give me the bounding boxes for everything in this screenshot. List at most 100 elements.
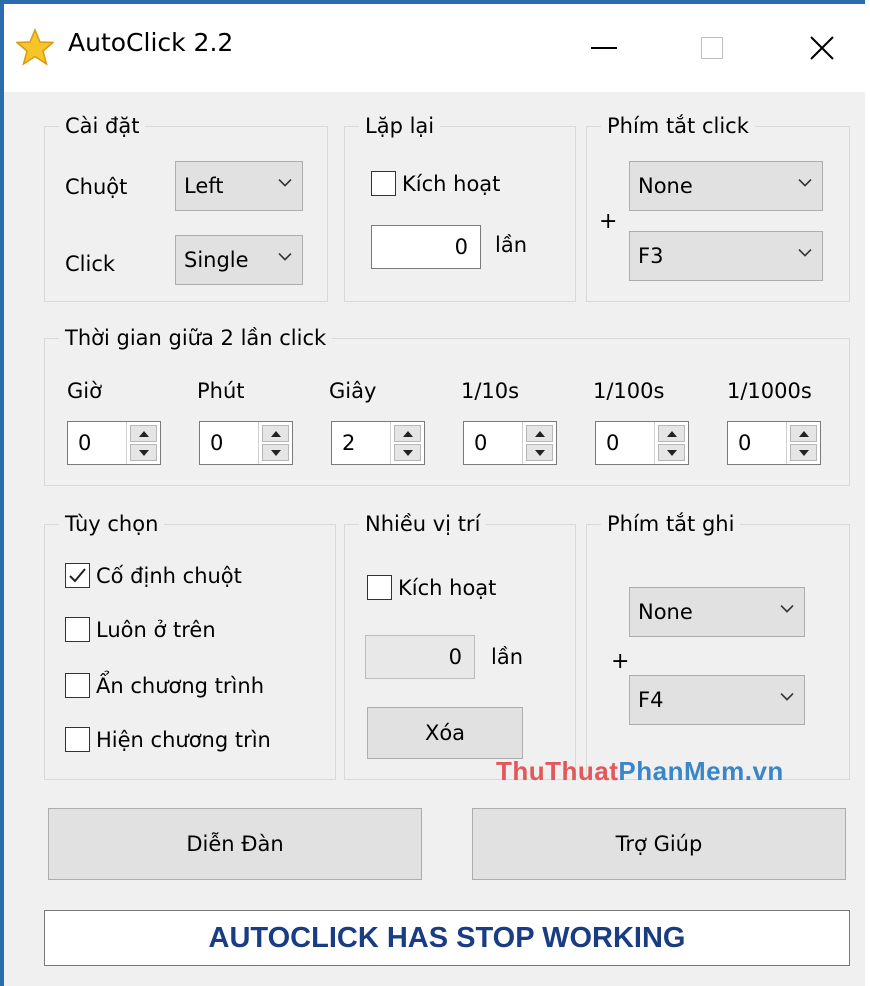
option-label: Hiện chương trìn: [96, 727, 271, 752]
options-group: Tùy chọn Cố định chuột Luôn ở trên Ẩn ch…: [44, 510, 336, 780]
multi-position-enable-checkbox[interactable]: Kích hoạt: [367, 575, 496, 600]
chevron-down-icon: [278, 178, 292, 192]
arrow-up-icon[interactable]: [262, 425, 289, 442]
interval-label-seconds: Giây: [329, 379, 377, 403]
repeat-enable-checkbox[interactable]: Kích hoạt: [371, 171, 500, 196]
record-hotkey-modifier-select[interactable]: None: [629, 587, 805, 637]
option-show-program[interactable]: Hiện chương trìn: [65, 727, 271, 752]
option-always-on-top[interactable]: Luôn ở trên: [65, 617, 216, 642]
help-button[interactable]: Trợ Giúp: [472, 808, 846, 880]
click-hotkey-modifier-value: None: [638, 174, 693, 198]
seconds-value: 2: [342, 431, 356, 455]
hours-value: 0: [78, 431, 92, 455]
mouse-button-select[interactable]: Left: [175, 161, 303, 211]
maximize-button[interactable]: [672, 18, 752, 78]
option-label: Ẩn chương trình: [96, 673, 264, 698]
title-bar[interactable]: AutoClick 2.2: [4, 4, 865, 92]
minutes-stepper[interactable]: 0: [199, 421, 293, 465]
star-icon: [15, 28, 55, 66]
interval-label-thousandths: 1/1000s: [727, 379, 812, 403]
arrow-down-icon[interactable]: [526, 444, 553, 461]
plus-sign: +: [599, 209, 618, 234]
hundredths-value: 0: [606, 431, 620, 455]
interval-label-hours: Giờ: [67, 379, 102, 403]
mouse-label: Chuột: [65, 175, 128, 199]
watermark-part-1: ThuThuat: [496, 756, 619, 786]
click-hotkey-group: Phím tắt click None + F3: [586, 112, 850, 302]
checkbox-box[interactable]: [65, 727, 90, 752]
minutes-value: 0: [210, 431, 224, 455]
settings-group: Cài đặt Chuột Left Click Single: [44, 112, 328, 302]
arrow-down-icon[interactable]: [262, 444, 289, 461]
click-label: Click: [65, 252, 116, 276]
record-hotkey-modifier-value: None: [638, 600, 693, 624]
repeat-enable-label: Kích hoạt: [402, 171, 501, 196]
chevron-down-icon: [798, 248, 812, 262]
record-hotkey-key-value: F4: [638, 688, 664, 712]
arrow-up-icon[interactable]: [130, 425, 157, 442]
click-hotkey-key-value: F3: [638, 244, 664, 268]
interval-label-hundredths: 1/100s: [593, 379, 665, 403]
interval-label-minutes: Phút: [197, 379, 245, 403]
checkbox-box[interactable]: [65, 673, 90, 698]
interval-group-title: Thời gian giữa 2 lần click: [59, 324, 333, 352]
plus-sign: +: [611, 649, 630, 674]
arrow-up-icon[interactable]: [790, 425, 817, 442]
arrow-up-icon[interactable]: [658, 425, 685, 442]
checkbox-box[interactable]: [367, 575, 392, 600]
multi-position-enable-label: Kích hoạt: [398, 575, 497, 600]
arrow-up-icon[interactable]: [526, 425, 553, 442]
forum-button[interactable]: Diễn Đàn: [48, 808, 422, 880]
click-hotkey-group-title: Phím tắt click: [601, 112, 755, 140]
arrow-down-icon[interactable]: [394, 444, 421, 461]
multi-position-group-title: Nhiều vị trí: [359, 510, 487, 538]
option-label: Cố định chuột: [96, 563, 242, 588]
interval-group: Thời gian giữa 2 lần click Giờ Phút Giây…: [44, 324, 850, 486]
watermark-part-2: PhanMem.vn: [618, 756, 784, 786]
multi-position-unit-label: lần: [491, 645, 524, 669]
arrow-down-icon[interactable]: [658, 444, 685, 461]
arrow-down-icon[interactable]: [790, 444, 817, 461]
option-lock-mouse[interactable]: Cố định chuột: [65, 563, 242, 588]
checkmark-icon: [69, 568, 86, 583]
checkbox-box[interactable]: [371, 171, 396, 196]
record-hotkey-key-select[interactable]: F4: [629, 675, 805, 725]
checkbox-box[interactable]: [65, 617, 90, 642]
arrow-up-icon[interactable]: [394, 425, 421, 442]
mouse-button-value: Left: [184, 174, 224, 198]
hundredths-stepper[interactable]: 0: [595, 421, 689, 465]
chevron-down-icon: [780, 604, 794, 618]
option-hide-program[interactable]: Ẩn chương trình: [65, 673, 264, 698]
record-hotkey-group: Phím tắt ghi None + F4: [586, 510, 850, 780]
close-icon: [810, 36, 834, 60]
maximize-icon: [701, 37, 723, 59]
interval-label-tenths: 1/10s: [461, 379, 520, 403]
seconds-stepper[interactable]: 2: [331, 421, 425, 465]
hours-stepper[interactable]: 0: [67, 421, 161, 465]
click-hotkey-modifier-select[interactable]: None: [629, 161, 823, 211]
tenths-stepper[interactable]: 0: [463, 421, 557, 465]
multi-position-count-input[interactable]: 0: [365, 635, 475, 679]
thousandths-stepper[interactable]: 0: [727, 421, 821, 465]
repeat-group-title: Lặp lại: [359, 112, 441, 140]
click-type-value: Single: [184, 248, 249, 272]
settings-group-title: Cài đặt: [59, 112, 146, 140]
options-group-title: Tùy chọn: [59, 510, 165, 538]
checkbox-box[interactable]: [65, 563, 90, 588]
clear-button[interactable]: Xóa: [367, 707, 523, 759]
status-display: AUTOCLICK HAS STOP WORKING: [44, 910, 850, 966]
arrow-down-icon[interactable]: [130, 444, 157, 461]
click-hotkey-key-select[interactable]: F3: [629, 231, 823, 281]
close-button[interactable]: [782, 18, 862, 78]
chevron-down-icon: [278, 252, 292, 266]
app-window: AutoClick 2.2 Cài đặt Chuột Left Click S…: [0, 0, 865, 986]
repeat-count-input[interactable]: 0: [371, 225, 481, 269]
tenths-value: 0: [474, 431, 488, 455]
minimize-button[interactable]: [564, 18, 644, 78]
repeat-group: Lặp lại Kích hoạt 0 lần: [344, 112, 576, 302]
window-title: AutoClick 2.2: [68, 28, 234, 57]
click-type-select[interactable]: Single: [175, 235, 303, 285]
minimize-icon: [591, 47, 617, 49]
chevron-down-icon: [780, 692, 794, 706]
option-label: Luôn ở trên: [96, 617, 216, 642]
